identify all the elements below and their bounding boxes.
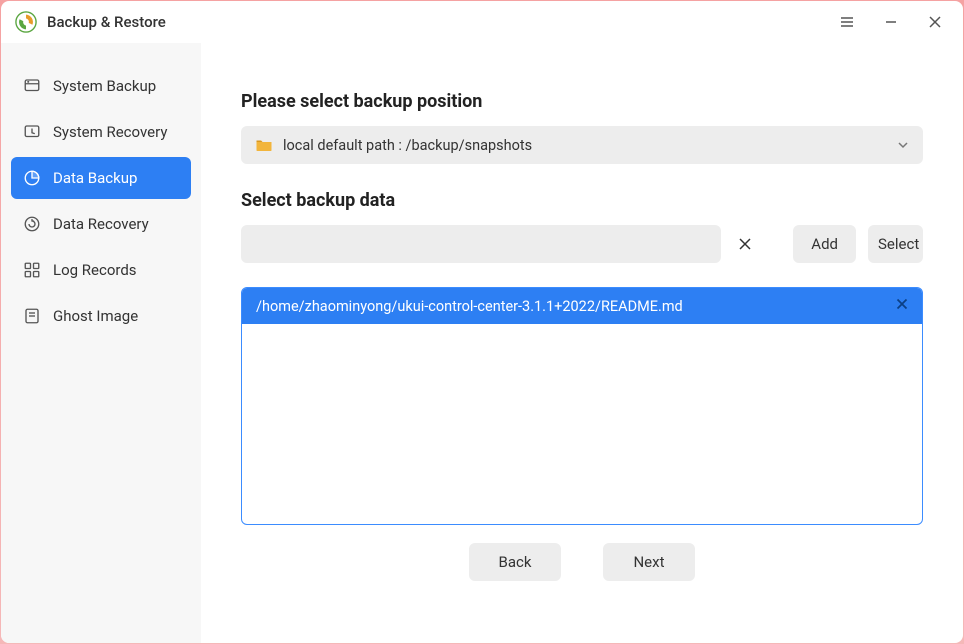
file-path: /home/zhaominyong/ukui-control-center-3.…	[256, 298, 683, 315]
clear-input-button[interactable]	[733, 232, 757, 256]
sidebar-item-log-records[interactable]: Log Records	[11, 249, 191, 291]
log-icon	[23, 261, 41, 279]
backup-icon	[23, 77, 41, 95]
section-title-data: Select backup data	[241, 190, 923, 211]
body: System Backup System Recovery Data Backu…	[1, 43, 963, 643]
minimize-button[interactable]	[877, 8, 905, 36]
backup-position-dropdown[interactable]: local default path : /backup/snapshots	[241, 126, 923, 164]
sidebar-item-label: Data Recovery	[53, 215, 149, 233]
sidebar-item-system-backup[interactable]: System Backup	[11, 65, 191, 107]
window: Backup & Restore System Backup	[1, 1, 963, 643]
sidebar-item-data-backup[interactable]: Data Backup	[11, 157, 191, 199]
sidebar-item-data-recovery[interactable]: Data Recovery	[11, 203, 191, 245]
close-button[interactable]	[921, 8, 949, 36]
file-list-item[interactable]: /home/zhaominyong/ukui-control-center-3.…	[242, 288, 922, 324]
sidebar-item-label: System Recovery	[53, 123, 167, 141]
window-controls	[833, 8, 949, 36]
app-icon	[15, 11, 37, 33]
input-row: Add Select	[241, 225, 923, 263]
titlebar: Backup & Restore	[1, 1, 963, 43]
title-left: Backup & Restore	[15, 11, 166, 33]
data-backup-icon	[23, 169, 41, 187]
dropdown-text: local default path : /backup/snapshots	[283, 137, 532, 154]
back-button[interactable]: Back	[469, 543, 561, 581]
select-button[interactable]: Select	[868, 225, 923, 263]
footer: Back Next	[241, 525, 923, 599]
app-title: Backup & Restore	[47, 13, 166, 31]
folder-icon	[255, 137, 273, 153]
remove-file-button[interactable]	[896, 298, 908, 314]
ghost-icon	[23, 307, 41, 325]
file-list: /home/zhaominyong/ukui-control-center-3.…	[241, 287, 923, 525]
main-panel: Please select backup position local defa…	[201, 43, 963, 643]
sidebar-item-system-recovery[interactable]: System Recovery	[11, 111, 191, 153]
data-recovery-icon	[23, 215, 41, 233]
next-button[interactable]: Next	[603, 543, 695, 581]
sidebar-item-label: Ghost Image	[53, 307, 138, 325]
sidebar-item-label: Data Backup	[53, 169, 137, 187]
sidebar-item-label: Log Records	[53, 261, 137, 279]
section-title-position: Please select backup position	[241, 91, 923, 112]
sidebar-item-ghost-image[interactable]: Ghost Image	[11, 295, 191, 337]
backup-path-input[interactable]	[241, 225, 721, 263]
sidebar: System Backup System Recovery Data Backu…	[1, 43, 201, 643]
menu-button[interactable]	[833, 8, 861, 36]
sidebar-item-label: System Backup	[53, 77, 156, 95]
recovery-icon	[23, 123, 41, 141]
add-button[interactable]: Add	[793, 225, 856, 263]
chevron-down-icon	[897, 136, 909, 155]
